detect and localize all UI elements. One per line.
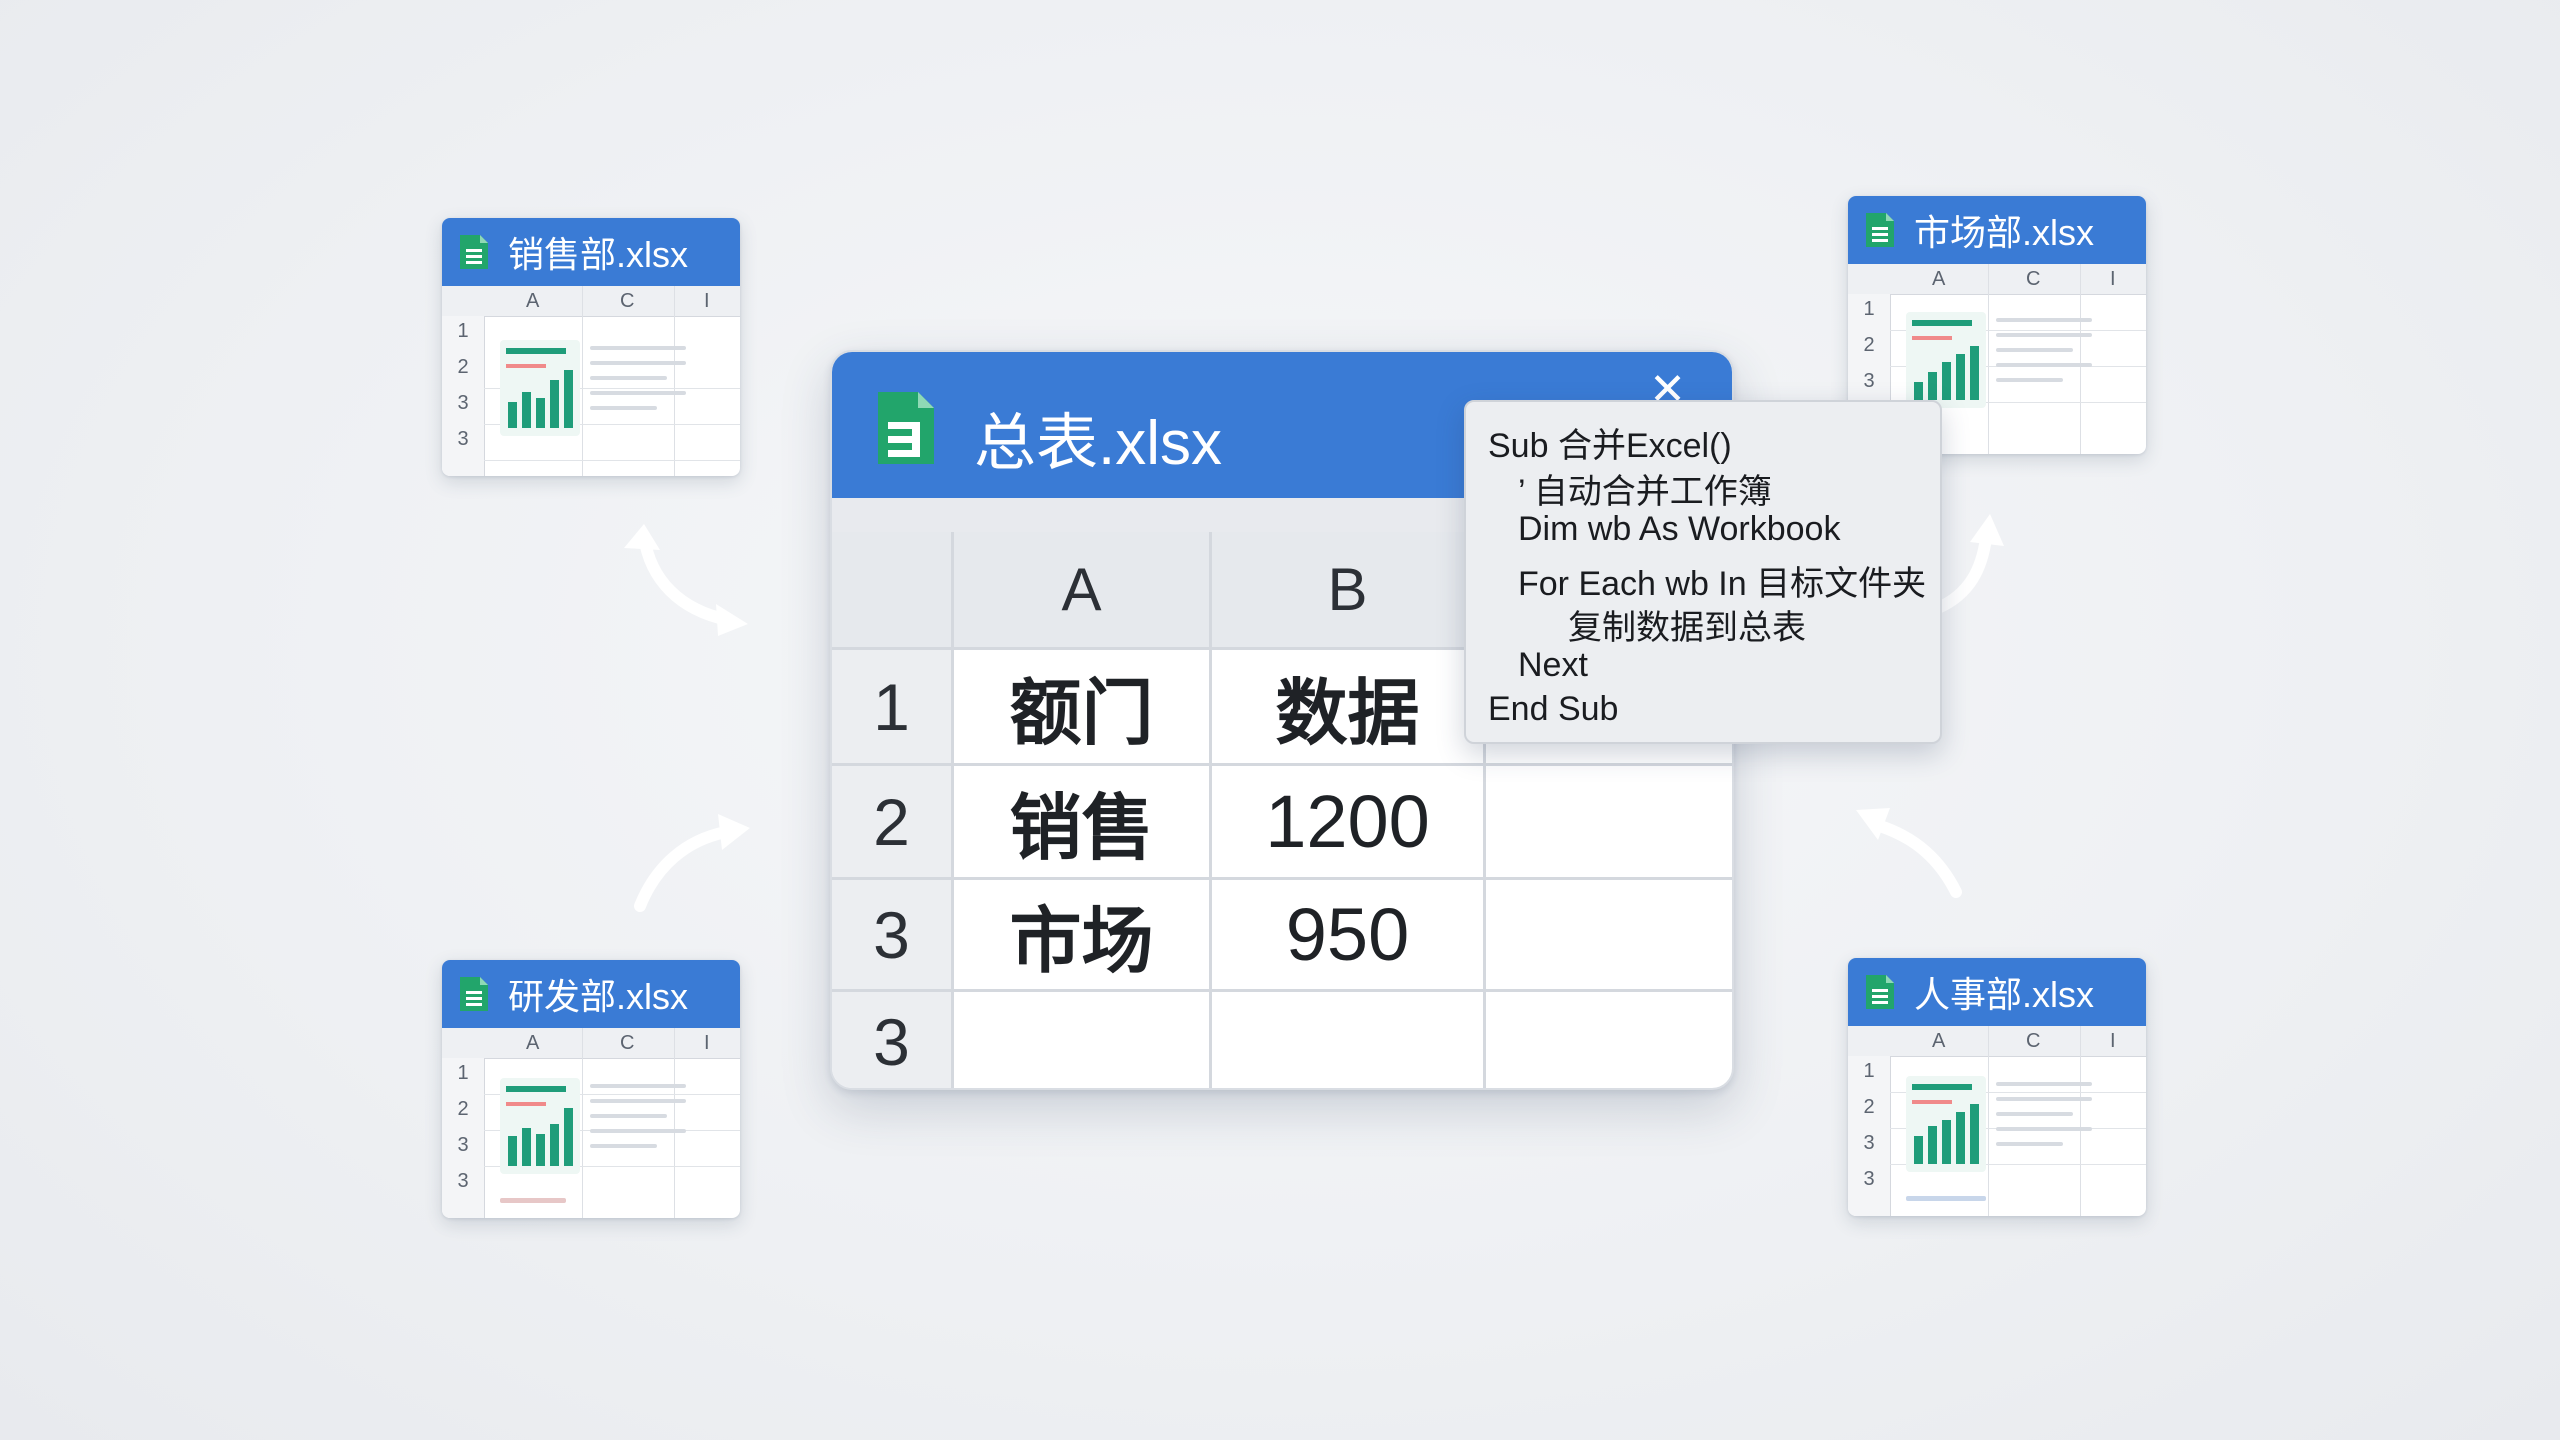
column-header: C — [2026, 1030, 2041, 1052]
mini-sheet-grid: A C I 1 2 3 3 — [442, 286, 740, 476]
table-cell[interactable] — [954, 992, 1212, 1088]
row-header-column: 1 2 3 3 — [442, 1058, 485, 1218]
column-header: I — [704, 290, 710, 312]
column-header: C — [620, 1032, 635, 1054]
text-line-accent — [1906, 1196, 1986, 1201]
code-line: For Each wb In 目标文件夹 — [1518, 565, 1927, 603]
workbook-title: 销售部.xlsx — [508, 234, 689, 275]
workbook-title-bar: 市场部.xlsx — [1848, 196, 2146, 264]
row-number: 2 — [457, 356, 469, 378]
text-lines-thumbnail — [1996, 318, 2092, 393]
table-cell[interactable]: 市场 — [954, 880, 1212, 992]
text-lines-thumbnail — [1996, 1082, 2092, 1157]
column-header-row: A C I — [1848, 1026, 2146, 1057]
row-number: 1 — [457, 1062, 469, 1084]
row-number: 3 — [1863, 1168, 1875, 1190]
row-number: 3 — [457, 1134, 469, 1156]
row-number: 3 — [457, 428, 469, 450]
row-number: 2 — [1863, 1096, 1875, 1118]
bar-chart-thumbnail — [500, 340, 580, 436]
code-line: End Sub — [1488, 690, 1619, 728]
table-cell[interactable] — [1486, 766, 1732, 880]
table-cell[interactable]: 额门 — [954, 650, 1212, 766]
column-header: I — [2110, 268, 2116, 290]
code-line: Sub 合并Excel() — [1488, 427, 1732, 465]
source-workbook-hr[interactable]: 人事部.xlsx A C I 1 2 3 3 — [1848, 958, 2146, 1216]
table-cell[interactable]: 1200 — [1212, 766, 1486, 880]
sheets-file-icon — [460, 235, 488, 269]
row-header[interactable]: 2 — [832, 766, 954, 880]
source-workbook-rnd[interactable]: 研发部.xlsx A C I 1 2 3 3 — [442, 960, 740, 1218]
column-header: A — [526, 290, 540, 312]
mini-sheet-grid: A C I 1 2 3 3 — [1848, 1026, 2146, 1216]
row-number: 3 — [457, 392, 469, 414]
column-header-b[interactable]: B — [1212, 532, 1486, 650]
merge-arrow-icon — [624, 524, 748, 636]
merge-workbooks-scene: 销售部.xlsx A C I 1 2 3 3 市场部.xlsx A C I 1 … — [0, 0, 2560, 1440]
text-lines-thumbnail — [590, 1084, 686, 1159]
merge-arrow-icon — [1932, 514, 2004, 614]
vba-code-popup: Sub 合并Excel() ’ 自动合并工作簿 Dim wb As Workbo… — [1464, 400, 1942, 744]
column-header: A — [1932, 1030, 1946, 1052]
column-header: I — [704, 1032, 710, 1054]
bar-chart-thumbnail — [1906, 1076, 1986, 1172]
sheets-file-icon — [1866, 975, 1894, 1009]
workbook-title: 研发部.xlsx — [508, 976, 689, 1017]
code-line: ’ 自动合并工作簿 — [1518, 473, 1772, 511]
column-header-row: A C I — [442, 286, 740, 317]
row-number: 2 — [1863, 334, 1875, 356]
table-cell[interactable]: 销售 — [954, 766, 1212, 880]
code-line: 复制数据到总表 — [1568, 609, 1806, 647]
column-header: A — [526, 1032, 540, 1054]
table-cell[interactable] — [1212, 992, 1486, 1088]
row-number: 3 — [457, 1170, 469, 1192]
workbook-title: 人事部.xlsx — [1914, 974, 2095, 1015]
row-number: 3 — [1863, 1132, 1875, 1154]
row-number: 1 — [457, 320, 469, 342]
column-header-row: A C I — [442, 1028, 740, 1059]
bar-chart-thumbnail — [500, 1078, 580, 1174]
table-cell[interactable] — [1486, 992, 1732, 1088]
sheets-file-icon — [460, 977, 488, 1011]
row-number: 1 — [1863, 298, 1875, 320]
text-line-accent — [500, 1198, 566, 1203]
code-line: Dim wb As Workbook — [1518, 510, 1841, 548]
row-header[interactable]: 3 — [832, 880, 954, 992]
mini-sheet-grid: A C I 1 2 3 3 — [442, 1028, 740, 1218]
code-line: Next — [1518, 646, 1588, 684]
bar-chart-thumbnail — [1906, 312, 1986, 408]
column-header-a[interactable]: A — [954, 532, 1212, 650]
table-cell[interactable]: 950 — [1212, 880, 1486, 992]
source-workbook-sales[interactable]: 销售部.xlsx A C I 1 2 3 3 — [442, 218, 740, 476]
row-number: 1 — [1863, 1060, 1875, 1082]
row-number: 3 — [1863, 370, 1875, 392]
row-header[interactable]: 1 — [832, 650, 954, 766]
column-header: C — [2026, 268, 2041, 290]
column-header: A — [1932, 268, 1946, 290]
merge-arrow-icon — [1856, 808, 1962, 898]
row-header[interactable]: 3 — [832, 992, 954, 1088]
workbook-title-bar: 人事部.xlsx — [1848, 958, 2146, 1026]
row-header-column: 1 2 3 3 — [1848, 1056, 1891, 1216]
sheets-file-icon — [878, 392, 934, 464]
workbook-title-bar: 销售部.xlsx — [442, 218, 740, 286]
select-all-corner[interactable] — [832, 532, 954, 650]
workbook-title: 市场部.xlsx — [1914, 212, 2095, 253]
table-cell[interactable] — [1486, 880, 1732, 992]
master-workbook-title: 总表.xlsx — [974, 409, 1223, 478]
table-cell[interactable]: 数据 — [1212, 650, 1486, 766]
merge-arrow-icon — [634, 814, 750, 912]
row-number: 2 — [457, 1098, 469, 1120]
column-header-row: A C I — [1848, 264, 2146, 295]
text-lines-thumbnail — [590, 346, 686, 421]
row-header-column: 1 2 3 3 — [442, 316, 485, 476]
workbook-title-bar: 研发部.xlsx — [442, 960, 740, 1028]
column-header: I — [2110, 1030, 2116, 1052]
column-header: C — [620, 290, 635, 312]
sheets-file-icon — [1866, 213, 1894, 247]
